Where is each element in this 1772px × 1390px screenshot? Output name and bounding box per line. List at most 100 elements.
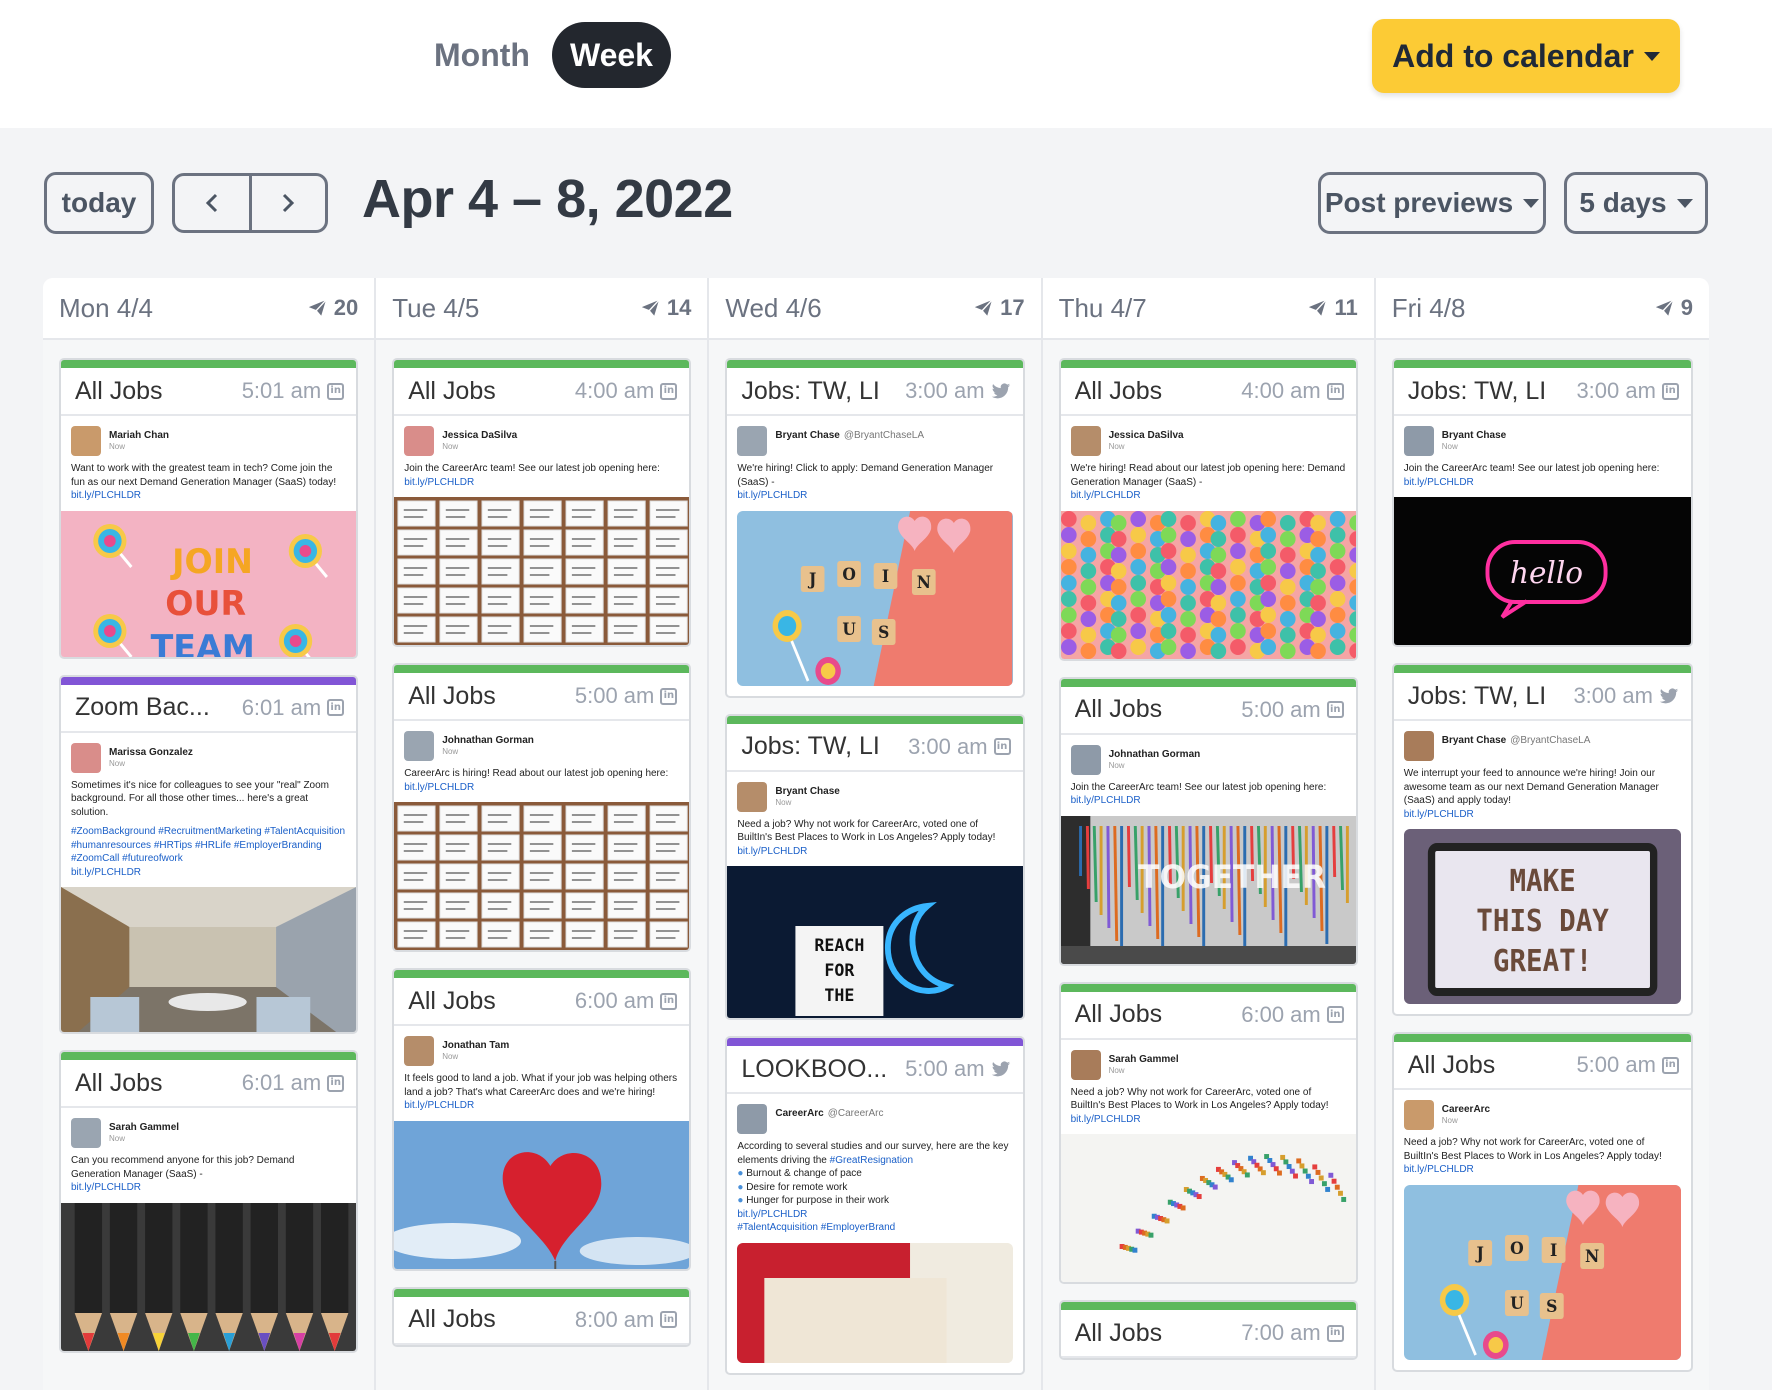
post-card[interactable]: LOOKBOO... 5:00 am CareerArc @CareerArc A… <box>725 1036 1025 1375</box>
post-category-bar <box>394 1288 690 1297</box>
author-name: Mariah Chan <box>109 430 170 441</box>
post-meta: 6:00 am in <box>1241 1002 1344 1028</box>
post-card[interactable]: All Jobs 6:00 am in Jonathan Tam Now It … <box>392 968 692 1271</box>
caret-down-icon <box>1676 198 1693 208</box>
post-card[interactable]: All Jobs 4:00 am in Jessica DaSilva Now … <box>1058 358 1358 661</box>
post-card[interactable]: All Jobs 5:00 am in Johnathan Gorman Now… <box>1058 676 1358 966</box>
paper-plane-icon <box>306 298 328 318</box>
post-link[interactable]: bit.ly/PLCHLDR <box>1071 1113 1346 1127</box>
post-title: LOOKBOO... <box>741 1054 888 1083</box>
post-count: 9 <box>1653 295 1693 321</box>
bullet-item: ● Desire for remote work <box>737 1181 848 1193</box>
day-name: Fri 4/8 <box>1391 292 1466 323</box>
post-time: 5:01 am <box>241 378 322 403</box>
post-category-bar <box>1393 665 1691 673</box>
post-card[interactable]: All Jobs 7:00 am in <box>1058 1300 1358 1360</box>
day-name: Wed 4/6 <box>725 292 822 323</box>
add-to-calendar-button[interactable]: Add to calendar <box>1372 19 1680 93</box>
post-header: All Jobs 8:00 am in <box>394 1297 690 1345</box>
post-category-bar <box>727 1038 1023 1046</box>
post-category-bar <box>727 715 1023 724</box>
post-card[interactable]: All Jobs 6:01 am in Sarah Gammel Now Can… <box>59 1050 359 1353</box>
post-count: 11 <box>1306 295 1358 321</box>
post-previews-dropdown[interactable]: Post previews <box>1318 172 1546 234</box>
post-time: 8:00 am <box>574 1306 655 1332</box>
prev-week-button[interactable] <box>175 176 249 230</box>
hashtags[interactable]: #ZoomBackground #RecruitmentMarketing #T… <box>71 825 346 866</box>
post-image-frame: J O I N U S <box>1403 1184 1681 1360</box>
post-card[interactable]: All Jobs 8:00 am in <box>392 1286 692 1347</box>
post-card[interactable]: All Jobs 4:00 am in Jessica DaSilva Now … <box>392 358 692 647</box>
post-card[interactable]: Jobs: TW, LI 3:00 am Bryant Chase @Bryant… <box>1391 663 1693 1016</box>
post-link[interactable]: bit.ly/PLCHLDR <box>1404 476 1681 490</box>
post-card[interactable]: All Jobs 5:00 am in Johnathan Gorman Now… <box>392 663 692 952</box>
post-author: Sarah Gammel Now <box>1061 1040 1356 1084</box>
rainbow-confetti-trail-image <box>1060 1134 1356 1282</box>
post-text: Join the CareerArc team! See our latest … <box>394 460 689 497</box>
day-column: Fri 4/8 9 Jobs: TW, LI 3:00 am in Bryant… <box>1375 278 1709 1390</box>
join-text: JOIN <box>170 541 253 580</box>
post-link[interactable]: bit.ly/PLCHLDR <box>737 489 1012 503</box>
post-author: Bryant Chase Now <box>727 772 1022 816</box>
post-status: Now <box>109 442 126 451</box>
next-week-button[interactable] <box>248 176 326 230</box>
post-link[interactable]: bit.ly/PLCHLDR <box>71 866 346 880</box>
post-count-value: 20 <box>333 295 359 320</box>
post-link[interactable]: bit.ly/PLCHLDR <box>1071 489 1346 503</box>
day-header: Mon 4/4 20 <box>43 278 375 340</box>
post-author: Bryant Chase @BryantChaseLA <box>727 416 1022 460</box>
hashtags[interactable]: #TalentAcquisition #EmployerBrand <box>737 1221 1012 1235</box>
today-button[interactable]: today <box>44 172 154 234</box>
post-link[interactable]: bit.ly/PLCHLDR <box>71 1181 346 1195</box>
paper-plane-icon <box>972 298 994 318</box>
post-link[interactable]: bit.ly/PLCHLDR <box>404 781 679 795</box>
post-header: Jobs: TW, LI 3:00 am <box>727 368 1023 416</box>
add-to-calendar-label: Add to calendar <box>1392 37 1634 74</box>
author-name: Bryant Chase @BryantChaseLA <box>1441 735 1591 746</box>
lookbook-cover-image <box>737 1242 1013 1363</box>
join-us-tiles-image: J O I N U S <box>1403 1184 1681 1360</box>
post-header: Jobs: TW, LI 3:00 am <box>1393 673 1691 721</box>
linkedin-icon: in <box>1326 382 1344 400</box>
post-card[interactable]: Zoom Bac... 6:01 am in Marissa Gonzalez … <box>59 674 359 1034</box>
post-card[interactable]: All Jobs 6:00 am in Sarah Gammel Now Nee… <box>1058 981 1358 1284</box>
avatar <box>71 426 101 456</box>
post-time: 3:00 am <box>1573 683 1653 708</box>
bullet-item: ● Hunger for purpose in their work <box>737 1195 890 1206</box>
post-meta: 6:00 am in <box>575 988 678 1014</box>
post-title: All Jobs <box>408 1305 496 1333</box>
post-link[interactable]: bit.ly/PLCHLDR <box>737 1208 1012 1222</box>
week-view-button[interactable]: Week <box>551 22 671 88</box>
avatar <box>1070 1049 1101 1080</box>
post-category-bar <box>394 360 690 368</box>
avatar <box>737 781 768 812</box>
post-category-bar <box>1060 678 1356 687</box>
post-card[interactable]: All Jobs 5:01 am in Mariah Chan Now Want… <box>59 358 359 659</box>
post-link[interactable]: bit.ly/PLCHLDR <box>404 1099 679 1113</box>
post-link[interactable]: bit.ly/PLCHLDR <box>1404 808 1681 822</box>
post-card[interactable]: All Jobs 5:00 am in CareerArc Now Need a… <box>1391 1032 1693 1372</box>
post-card[interactable]: Jobs: TW, LI 3:00 am in Bryant Chase Now… <box>725 713 1025 1020</box>
post-link[interactable]: bit.ly/PLCHLDR <box>1404 1163 1681 1177</box>
post-card[interactable]: Jobs: TW, LI 3:00 am Bryant Chase @Bryant… <box>725 358 1025 698</box>
day-column: Wed 4/6 17 Jobs: TW, LI 3:00 am Bryant C… <box>709 278 1043 1390</box>
post-author: Johnathan Gorman Now <box>394 721 689 765</box>
post-link[interactable]: bit.ly/PLCHLDR <box>1071 794 1346 808</box>
day-body: Jobs: TW, LI 3:00 am in Bryant Chase Now… <box>1376 340 1709 1372</box>
post-card[interactable]: Jobs: TW, LI 3:00 am in Bryant Chase Now… <box>1391 358 1693 647</box>
post-meta: 3:00 am <box>905 378 1011 404</box>
month-view-button[interactable]: Month <box>418 22 546 88</box>
post-title: All Jobs <box>408 986 496 1015</box>
prev-next-group <box>172 173 328 233</box>
post-link[interactable]: bit.ly/PLCHLDR <box>404 476 679 490</box>
svg-text:U: U <box>843 619 856 639</box>
post-link[interactable]: bit.ly/PLCHLDR <box>71 489 346 503</box>
post-header: All Jobs 5:00 am in <box>1060 687 1356 735</box>
post-count-value: 11 <box>1334 295 1358 320</box>
post-status: Now <box>442 1052 459 1061</box>
post-link[interactable]: bit.ly/PLCHLDR <box>737 845 1012 859</box>
author-name: Johnathan Gorman <box>1108 748 1201 760</box>
hashtag-link[interactable]: #GreatResignation <box>830 1155 913 1166</box>
post-author: Mariah Chan Now <box>61 416 356 460</box>
days-dropdown[interactable]: 5 days <box>1564 172 1708 234</box>
